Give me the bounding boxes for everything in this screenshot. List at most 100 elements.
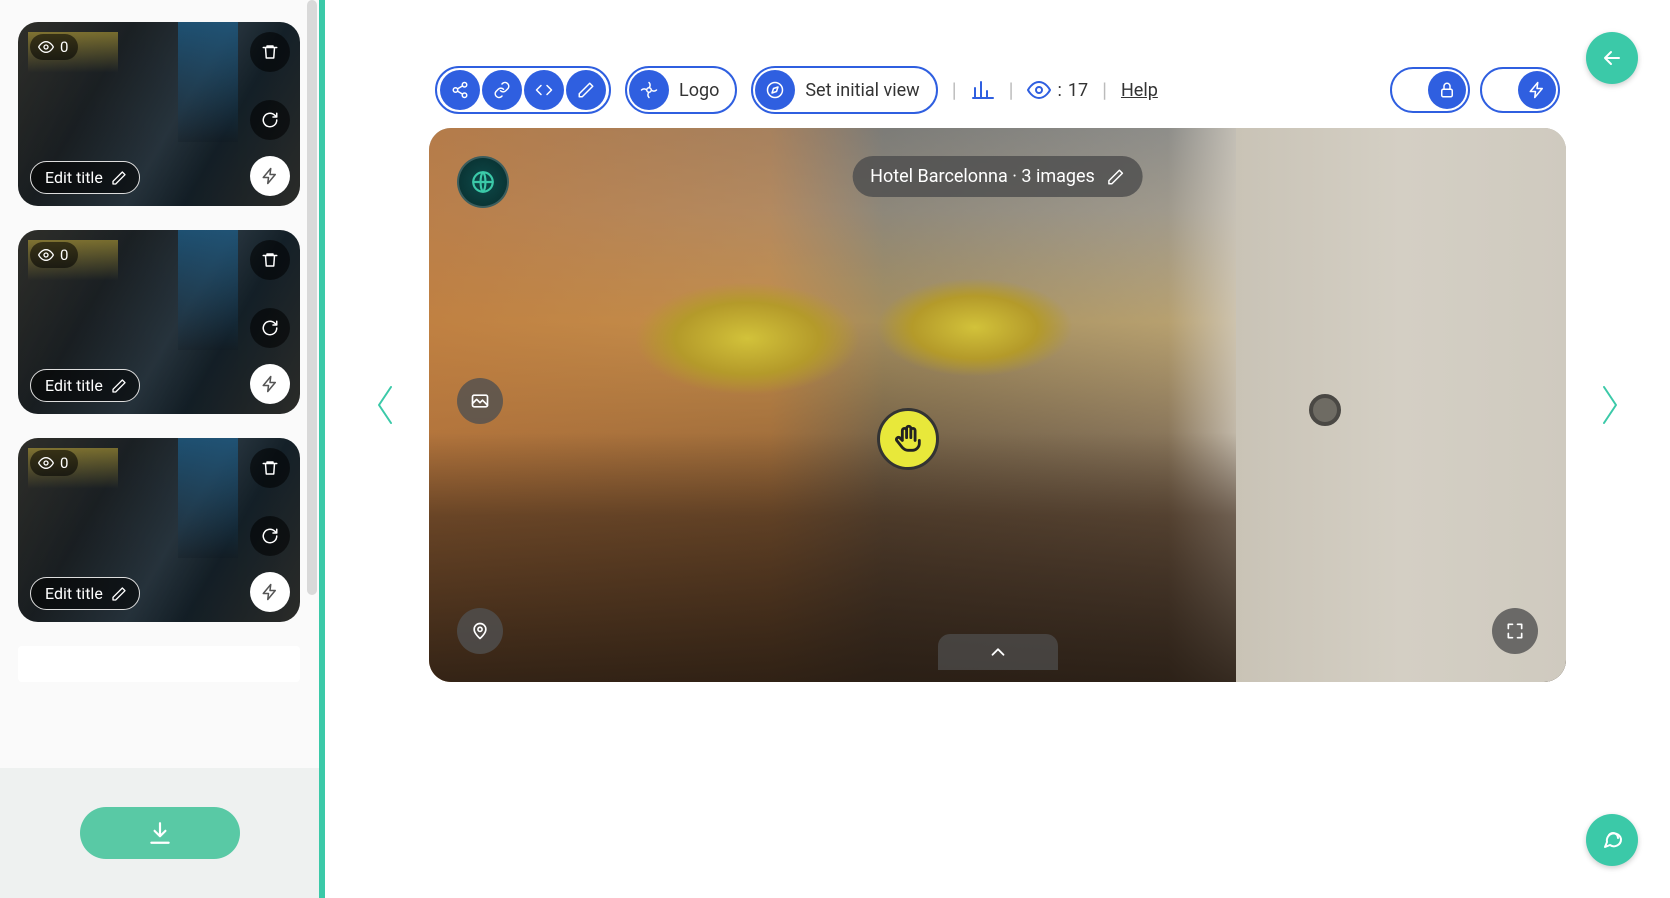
pencil-icon (1107, 168, 1125, 186)
edit-title-button[interactable]: Edit title (30, 577, 140, 610)
chevron-up-icon (987, 641, 1009, 663)
edit-button[interactable] (566, 70, 606, 110)
code-icon (535, 81, 553, 99)
chevron-right-icon (1596, 383, 1624, 427)
edit-title-button[interactable]: Edit title (30, 369, 140, 402)
eye-icon (38, 247, 54, 263)
add-placeholder[interactable] (18, 646, 300, 682)
bolt-icon (261, 375, 279, 393)
lock-toggle[interactable] (1390, 67, 1470, 113)
thumbnail-list: 0 Edit title (18, 22, 305, 768)
download-icon (147, 820, 173, 846)
views-stat: : 17 (1027, 78, 1088, 102)
logo-icon-button (629, 70, 669, 110)
link-button[interactable] (482, 70, 522, 110)
location-button[interactable] (457, 608, 503, 654)
bolt-icon (261, 167, 279, 185)
sidebar: 0 Edit title (0, 0, 325, 898)
refresh-icon (261, 527, 279, 545)
refresh-icon (261, 319, 279, 337)
flower-icon (640, 81, 658, 99)
edit-title-label: Edit title (45, 376, 103, 395)
delete-button[interactable] (250, 448, 290, 488)
edit-title-button[interactable]: Edit title (30, 161, 140, 194)
refresh-button[interactable] (250, 100, 290, 140)
viewer-row: Hotel Barcelonna · 3 images (365, 128, 1630, 682)
link-icon (493, 81, 511, 99)
logo-label: Logo (679, 80, 719, 101)
thumbnail-views: 0 (30, 242, 78, 268)
panorama-viewer[interactable]: Hotel Barcelonna · 3 images (429, 128, 1566, 682)
trash-icon (261, 251, 279, 269)
power-toggle[interactable] (1480, 67, 1560, 113)
fullscreen-button[interactable] (1492, 608, 1538, 654)
globe-icon (470, 169, 496, 195)
image-icon (470, 391, 490, 411)
trash-icon (261, 43, 279, 61)
sidebar-scrollbar[interactable] (307, 0, 317, 595)
upload-area (0, 768, 319, 898)
pencil-icon (577, 81, 595, 99)
arrow-left-icon (1600, 46, 1624, 70)
pin-icon (470, 621, 490, 641)
logo-button[interactable]: Logo (625, 66, 737, 114)
views-count: 17 (1068, 80, 1088, 101)
viewer-title-text: Hotel Barcelonna · 3 images (870, 166, 1095, 187)
upload-button[interactable] (80, 807, 240, 859)
bolt-button[interactable] (250, 572, 290, 612)
edit-title-label: Edit title (45, 584, 103, 603)
set-view-label: Set initial view (805, 80, 919, 101)
share-cluster (435, 66, 611, 114)
separator: | (1009, 78, 1014, 102)
hand-icon (891, 422, 925, 456)
pencil-icon (111, 586, 127, 602)
bolt-icon (261, 583, 279, 601)
edit-title-label: Edit title (45, 168, 103, 187)
share-button[interactable] (440, 70, 480, 110)
refresh-button[interactable] (250, 516, 290, 556)
trash-icon (261, 459, 279, 477)
set-initial-view-button[interactable]: Set initial view (751, 66, 937, 114)
toolbar: Logo Set initial view | | : 17 | Help (435, 66, 1560, 114)
next-button[interactable] (1590, 375, 1630, 435)
compass-icon (766, 81, 784, 99)
door-surface (1236, 128, 1566, 682)
separator: | (1102, 78, 1107, 102)
bolt-button[interactable] (250, 156, 290, 196)
eye-icon (38, 455, 54, 471)
lock-icon (1438, 81, 1456, 99)
separator: | (952, 78, 957, 102)
thumbnail-views: 0 (30, 34, 78, 60)
delete-button[interactable] (250, 32, 290, 72)
grab-cursor-indicator (877, 408, 939, 470)
expand-icon (1505, 621, 1525, 641)
thumbnail-views: 0 (30, 450, 78, 476)
thumbnail-item[interactable]: 0 Edit title (18, 22, 300, 206)
thumbnail-item[interactable]: 0 Edit title (18, 438, 300, 622)
pencil-icon (111, 378, 127, 394)
back-fab[interactable] (1586, 32, 1638, 84)
viewer-brand-logo[interactable] (457, 156, 509, 208)
thumbnails-tray-toggle[interactable] (938, 634, 1058, 670)
compass-icon-button (755, 70, 795, 110)
thumbnail-item[interactable]: 0 Edit title (18, 230, 300, 414)
chat-fab[interactable] (1586, 814, 1638, 866)
viewer-title-pill[interactable]: Hotel Barcelonna · 3 images (852, 156, 1143, 197)
eye-icon (1027, 78, 1051, 102)
share-icon (451, 81, 469, 99)
image-overlay-button[interactable] (457, 378, 503, 424)
main-panel: Logo Set initial view | | : 17 | Help (325, 0, 1670, 898)
eye-icon (38, 39, 54, 55)
bar-chart-icon (971, 78, 995, 102)
door-handle (1309, 394, 1341, 426)
refresh-button[interactable] (250, 308, 290, 348)
bolt-icon (1528, 81, 1546, 99)
bolt-button[interactable] (250, 364, 290, 404)
chat-icon (1600, 828, 1624, 852)
delete-button[interactable] (250, 240, 290, 280)
stats-button[interactable] (971, 78, 995, 102)
embed-button[interactable] (524, 70, 564, 110)
prev-button[interactable] (365, 375, 405, 435)
help-link[interactable]: Help (1121, 80, 1158, 101)
pencil-icon (111, 170, 127, 186)
